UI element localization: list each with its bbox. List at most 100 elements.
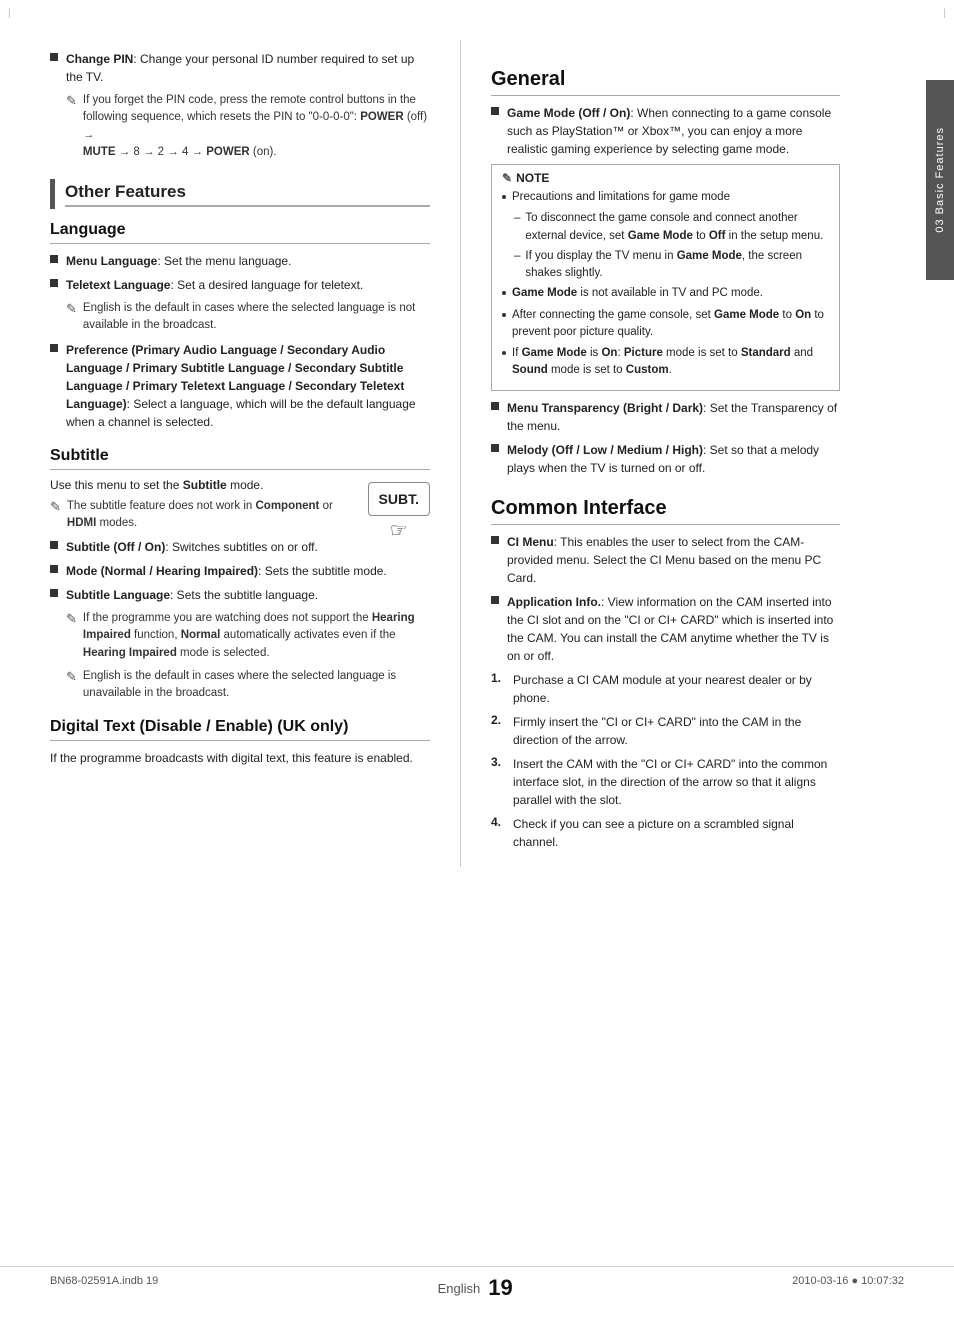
subtitle-note2-text: If the programme you are watching does n…: [83, 610, 430, 662]
bullet-square: [491, 536, 499, 544]
numbered-item-2: 2. Firmly insert the "CI or CI+ CARD" in…: [491, 713, 840, 749]
numbered-item-1: 1. Purchase a CI CAM module at your near…: [491, 671, 840, 707]
subtitle-language-text: Subtitle Language: Sets the subtitle lan…: [66, 586, 318, 604]
numbered-item-3: 3. Insert the CAM with the "CI or CI+ CA…: [491, 755, 840, 809]
change-pin-note-item: ✎ If you forget the PIN code, press the …: [66, 92, 430, 161]
subtitle-with-image: Use this menu to set the Subtitle mode. …: [50, 478, 430, 563]
menu-transparency-text: Menu Transparency (Bright / Dark): Set t…: [507, 399, 840, 435]
subtitle-language-item: Subtitle Language: Sets the subtitle lan…: [50, 586, 430, 604]
language-header: Language: [50, 221, 430, 244]
subtitle-note-text: The subtitle feature does not work in Co…: [67, 498, 352, 533]
note-box-content: Precautions and limitations for game mod…: [502, 189, 829, 380]
subt-button-label: SUBT.: [379, 491, 419, 507]
dot: [502, 195, 506, 199]
footer-language: English: [438, 1281, 481, 1296]
subtitle-text-area: Use this menu to set the Subtitle mode. …: [50, 478, 352, 563]
menu-transparency-item: Menu Transparency (Bright / Dark): Set t…: [491, 399, 840, 435]
common-interface-header: Common Interface: [491, 497, 840, 525]
digital-text-desc: If the programme broadcasts with digital…: [50, 749, 430, 767]
change-pin-item: Change PIN: Change your personal ID numb…: [50, 50, 430, 86]
dot: [502, 313, 506, 317]
app-info-item: Application Info.: View information on t…: [491, 593, 840, 665]
pencil-icon: ✎: [66, 93, 77, 109]
bullet-square: [50, 53, 58, 61]
subtitle-header: Subtitle: [50, 447, 430, 470]
numbered-item-4: 4. Check if you can see a picture on a s…: [491, 815, 840, 851]
corner-mark-tl: |: [8, 8, 11, 19]
pencil-icon: ✎: [66, 669, 77, 685]
game-mode-item: Game Mode (Off / On): When connecting to…: [491, 104, 840, 158]
note-dot-2-text: Game Mode is not available in TV and PC …: [512, 285, 763, 302]
ci-menu-item: CI Menu: This enables the user to select…: [491, 533, 840, 587]
bullet-square: [491, 402, 499, 410]
general-header: General: [491, 68, 840, 96]
note-dot-3: After connecting the game console, set G…: [502, 307, 829, 342]
melody-text: Melody (Off / Low / Medium / High): Set …: [507, 441, 840, 477]
footer-right: 2010-03-16 ● 10:07:32: [792, 1275, 904, 1301]
note-dot-1: Precautions and limitations for game mod…: [502, 189, 829, 206]
other-features-header: Other Features: [50, 179, 430, 209]
dot: [502, 291, 506, 295]
pencil-icon: ✎: [66, 611, 77, 627]
content-wrapper: Change PIN: Change your personal ID numb…: [0, 0, 954, 927]
number-3: 3.: [491, 755, 507, 769]
other-features-title: Other Features: [65, 182, 430, 207]
note-dot-4-text: If Game Mode is On: Picture mode is set …: [512, 345, 829, 380]
teletext-note-item: ✎ English is the default in cases where …: [66, 300, 430, 335]
note-dot-4: If Game Mode is On: Picture mode is set …: [502, 345, 829, 380]
footer-left: BN68-02591A.indb 19: [50, 1275, 158, 1301]
pencil-icon: ✎: [50, 499, 61, 515]
numbered-text-1: Purchase a CI CAM module at your nearest…: [513, 671, 840, 707]
mode-item: Mode (Normal / Hearing Impaired): Sets t…: [50, 562, 430, 580]
menu-language-text: Menu Language: Set the menu language.: [66, 252, 291, 270]
change-pin-text: Change PIN: Change your personal ID numb…: [66, 50, 430, 86]
dash: –: [514, 210, 520, 227]
subtitle-note-item: ✎ The subtitle feature does not work in …: [50, 498, 352, 533]
game-mode-text: Game Mode (Off / On): When connecting to…: [507, 104, 840, 158]
teletext-language-text: Teletext Language: Set a desired languag…: [66, 276, 363, 294]
mode-text: Mode (Normal / Hearing Impaired): Sets t…: [66, 562, 387, 580]
other-features-bar: [50, 179, 55, 209]
footer-page-number: 19: [488, 1275, 512, 1301]
page-container: | | 03 Basic Features Change PIN: Change…: [0, 0, 954, 1321]
app-info-text: Application Info.: View information on t…: [507, 593, 840, 665]
subtitle-off-on-text: Subtitle (Off / On): Switches subtitles …: [66, 538, 318, 556]
note-dot-2: Game Mode is not available in TV and PC …: [502, 285, 829, 302]
left-column: Change PIN: Change your personal ID numb…: [0, 40, 460, 867]
note-dash-2-text: If you display the TV menu in Game Mode,…: [525, 248, 829, 283]
dash: –: [514, 248, 520, 265]
subtitle-intro: Use this menu to set the Subtitle mode.: [50, 478, 352, 492]
bullet-square: [491, 444, 499, 452]
number-1: 1.: [491, 671, 507, 685]
note-dot-3-text: After connecting the game console, set G…: [512, 307, 829, 342]
right-column: General Game Mode (Off / On): When conne…: [460, 40, 900, 867]
change-pin-note-text: If you forget the PIN code, press the re…: [83, 92, 430, 161]
teletext-note-text: English is the default in cases where th…: [83, 300, 430, 335]
note-label: NOTE: [516, 171, 549, 185]
footer: BN68-02591A.indb 19 English 19 2010-03-1…: [0, 1266, 954, 1301]
numbered-text-4: Check if you can see a picture on a scra…: [513, 815, 840, 851]
bullet-square: [491, 596, 499, 604]
pencil-icon: ✎: [66, 301, 77, 317]
note-dash-1-text: To disconnect the game console and conne…: [525, 210, 829, 245]
side-tab-text: 03 Basic Features: [934, 127, 946, 233]
note-box-title: ✎ NOTE: [502, 171, 829, 185]
bullet-square: [50, 279, 58, 287]
note-dash-2: – If you display the TV menu in Game Mod…: [514, 248, 829, 283]
menu-language-item: Menu Language: Set the menu language.: [50, 252, 430, 270]
hand-icon: ☞: [390, 518, 408, 543]
pencil-icon-small: ✎: [502, 171, 512, 185]
subtitle-note2-item: ✎ If the programme you are watching does…: [66, 610, 430, 662]
number-4: 4.: [491, 815, 507, 829]
teletext-language-item: Teletext Language: Set a desired languag…: [50, 276, 430, 294]
ci-menu-text: CI Menu: This enables the user to select…: [507, 533, 840, 587]
numbered-text-2: Firmly insert the "CI or CI+ CARD" into …: [513, 713, 840, 749]
subt-button: SUBT.: [368, 482, 430, 516]
bullet-square: [50, 344, 58, 352]
subtitle-note3-item: ✎ English is the default in cases where …: [66, 668, 430, 703]
number-2: 2.: [491, 713, 507, 727]
digital-text-header: Digital Text (Disable / Enable) (UK only…: [50, 718, 430, 741]
dot: [502, 351, 506, 355]
subtitle-note3-text: English is the default in cases where th…: [83, 668, 430, 703]
corner-mark-tr: |: [943, 8, 946, 19]
